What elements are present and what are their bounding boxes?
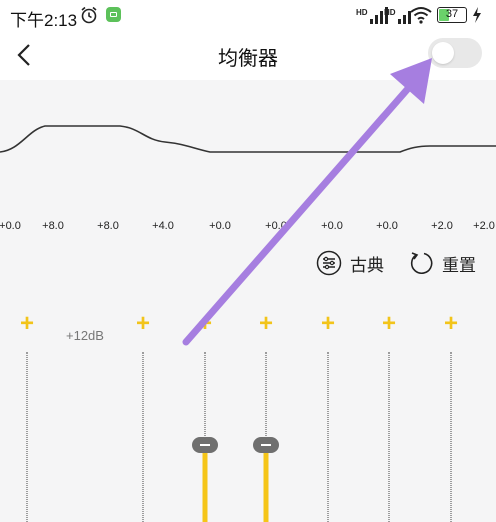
band-increase-button[interactable]: +: [440, 312, 462, 336]
band-value: +4.0: [152, 220, 174, 232]
band-increase-button[interactable]: +: [132, 312, 154, 336]
band-increase-button[interactable]: +: [317, 312, 339, 336]
band-value: +0.0: [209, 220, 231, 232]
band-slider-track[interactable]: [327, 352, 329, 522]
band-value: +0.0: [0, 220, 21, 232]
band-increase-button[interactable]: +: [255, 312, 277, 336]
band-slider-handle[interactable]: [192, 437, 218, 453]
band-value: +8.0: [97, 220, 119, 232]
band-increase-button[interactable]: +: [16, 312, 38, 336]
app-header: 均衡器: [0, 32, 496, 80]
alarm-clock-icon: [81, 6, 97, 24]
band-value: +8.0: [42, 220, 64, 232]
band-slider-track[interactable]: [142, 352, 144, 522]
band-slider-track[interactable]: [450, 352, 452, 522]
band-slider-fill: [202, 445, 208, 522]
band-increase-button[interactable]: +: [378, 312, 400, 336]
page-title: 均衡器: [218, 48, 278, 70]
eq-frequency-curve: [0, 125, 496, 153]
svg-text:HD: HD: [356, 8, 368, 17]
band-increase-button[interactable]: +: [194, 312, 216, 336]
battery-icon: 37: [437, 7, 467, 23]
equalizer-toggle[interactable]: [428, 38, 482, 68]
band-slider-fill: [263, 445, 269, 522]
band-values-row: +0.0 +8.0 +8.0 +4.0 +0.0 +0.0 +0.0 +0.0 …: [0, 220, 496, 244]
preset-label: 古典: [350, 255, 384, 275]
wifi-icon: [410, 7, 432, 24]
band-slider-handle[interactable]: [253, 437, 279, 453]
band-slider-track[interactable]: [26, 352, 28, 522]
band-value: +2.0: [473, 220, 495, 232]
preset-button[interactable]: 古典: [316, 250, 384, 276]
toggle-knob: [432, 42, 454, 64]
band-value: +0.0: [265, 220, 287, 232]
reset-icon: [410, 252, 433, 275]
charging-icon: [473, 7, 481, 23]
status-time: 下午2:13: [10, 11, 78, 30]
reset-button[interactable]: 重置: [408, 250, 476, 276]
band-slider-track[interactable]: [388, 352, 390, 522]
preset-list-icon: [316, 250, 342, 276]
status-bar: 下午2:13 HD HD 37: [0, 0, 496, 32]
battery-level: 37: [445, 8, 459, 20]
band-value: +2.0: [431, 220, 453, 232]
max-db-label: +12dB: [66, 328, 104, 343]
band-value: +0.0: [321, 220, 343, 232]
band-value: +0.0: [376, 220, 398, 232]
svg-text:HD: HD: [384, 8, 396, 17]
reset-label: 重置: [442, 255, 476, 275]
notification-app-icon: [106, 7, 121, 22]
equalizer-panel: +0.0 +8.0 +8.0 +4.0 +0.0 +0.0 +0.0 +0.0 …: [0, 80, 496, 522]
